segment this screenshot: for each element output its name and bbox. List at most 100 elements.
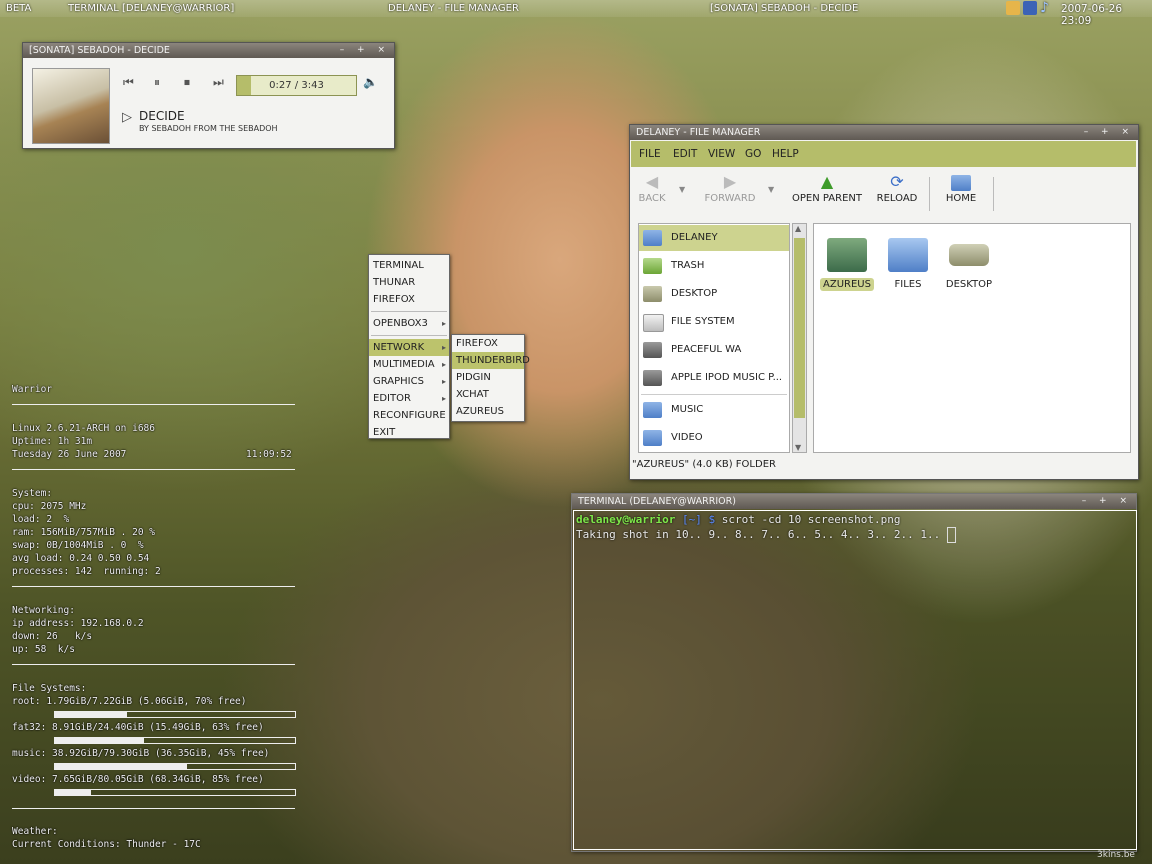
drive-icon	[643, 314, 664, 332]
submenu-item-firefox[interactable]: FIREFOX	[452, 335, 524, 352]
conky-time: 11:09:52	[246, 449, 292, 460]
sidebar-scrollbar[interactable]: ▲ ▼	[792, 223, 807, 453]
home-button[interactable]: HOME	[941, 173, 981, 204]
sidebar-item-peaceful-wa[interactable]: PEACEFUL WA	[639, 337, 789, 363]
scroll-up-icon[interactable]: ▲	[795, 224, 801, 233]
trash-icon	[643, 258, 662, 274]
menu-go[interactable]: GO	[745, 148, 761, 160]
submenu-arrow-icon: ▸	[441, 360, 446, 369]
submenu-item-pidgin[interactable]: PIDGIN	[452, 369, 524, 386]
taskbar-item-file-manager[interactable]: DELANEY - FILE MANAGER	[388, 3, 519, 14]
sidebar-item-file-system[interactable]: FILE SYSTEM	[639, 309, 789, 335]
folder-icon	[643, 430, 662, 446]
terminal-output[interactable]: delaney@warrior [~] $ scrot -cd 10 scree…	[573, 510, 1137, 850]
menu-item-thunar[interactable]: THUNAR	[369, 274, 449, 291]
sidebar-item-video[interactable]: VIDEO	[639, 425, 789, 451]
taskbar-item-terminal[interactable]: TERMINAL [DELANEY@WARRIOR]	[68, 3, 234, 14]
toolbar-separator	[929, 177, 930, 211]
back-history-icon[interactable]: ▼	[679, 185, 685, 194]
previous-icon[interactable]: ⏮	[123, 75, 134, 90]
menu-item-reconfigure[interactable]: RECONFIGURE	[369, 407, 449, 424]
fs-usage-fill	[55, 764, 187, 769]
menu-item-terminal[interactable]: TERMINAL	[369, 257, 449, 274]
menu-help[interactable]: HELP	[772, 148, 799, 160]
panel-menu-label[interactable]: BETA	[6, 3, 31, 14]
window-controls[interactable]: – + ×	[340, 43, 390, 58]
menu-item-multimedia[interactable]: MULTIMEDIA ▸	[369, 356, 449, 373]
track-time: 0:27 / 3:43	[269, 80, 324, 91]
menu-item-openbox3[interactable]: OPENBOX3 ▸	[369, 315, 449, 332]
player-titlebar[interactable]: [SONATA] SEBADOH - DECIDE – + ×	[23, 43, 394, 58]
sidebar-item-apple-ipod[interactable]: APPLE IPOD MUSIC P...	[639, 365, 789, 391]
prompt-user: delaney@warrior	[576, 513, 676, 526]
taskbar-item-player[interactable]: [SONATA] SEBADOH - DECIDE	[710, 3, 858, 14]
file-item-azureus[interactable]: AZUREUS	[817, 238, 877, 291]
open-parent-button[interactable]: ▲ OPEN PARENT	[790, 173, 864, 205]
fs-usage-bar	[54, 737, 296, 744]
reload-button[interactable]: ⟳ RELOAD	[873, 172, 921, 205]
submenu-item-xchat[interactable]: XCHAT	[452, 386, 524, 403]
terminal-title: TERMINAL (DELANEY@WARRIOR)	[578, 496, 736, 507]
menu-view[interactable]: VIEW	[708, 148, 735, 160]
status-bar: "AZUREUS" (4.0 KB) FOLDER	[632, 459, 776, 470]
chat-icon[interactable]	[1006, 1, 1020, 15]
conky-processes: processes: 142 running: 2	[12, 566, 161, 577]
forward-button[interactable]: ▶ FORWARD	[702, 173, 758, 205]
submenu-item-thunderbird[interactable]: THUNDERBIRD	[452, 352, 530, 369]
conky-avg-load: avg load: 0.24 0.50 0.54	[12, 553, 150, 564]
conky-divider	[12, 469, 295, 470]
scrollbar-thumb[interactable]	[794, 238, 805, 418]
terminal-titlebar[interactable]: TERMINAL (DELANEY@WARRIOR) – + ×	[572, 494, 1136, 509]
terminal-window: TERMINAL (DELANEY@WARRIOR) – + × delaney…	[571, 493, 1137, 852]
file-manager-titlebar[interactable]: DELANEY - FILE MANAGER – + ×	[630, 125, 1138, 140]
sidebar-item-desktop[interactable]: DESKTOP	[639, 281, 789, 307]
menu-file[interactable]: FILE	[639, 148, 661, 160]
menu-item-firefox[interactable]: FIREFOX	[369, 291, 449, 308]
fs-usage-fill	[55, 712, 127, 717]
submenu-item-azureus[interactable]: AZUREUS	[452, 403, 524, 420]
music-player-window: [SONATA] SEBADOH - DECIDE – + × ⏮ ⏸ ⏹ ⏭ …	[22, 42, 395, 149]
folder-icon	[827, 238, 867, 272]
menu-item-network[interactable]: NETWORK ▸	[369, 339, 449, 356]
fs-usage-fill	[55, 790, 91, 795]
scroll-down-icon[interactable]: ▼	[795, 443, 801, 452]
next-icon[interactable]: ⏭	[213, 75, 224, 90]
menu-item-exit[interactable]: EXIT	[369, 424, 449, 441]
menu-item-label: MULTIMEDIA	[373, 359, 435, 370]
file-item-desktop[interactable]: DESKTOP	[939, 238, 999, 291]
window-controls[interactable]: – + ×	[1084, 125, 1134, 140]
thunderbird-icon[interactable]	[1023, 1, 1037, 15]
file-view: AZUREUS FILES DESKTOP	[813, 223, 1131, 453]
volume-icon[interactable]: 🔈	[363, 75, 378, 89]
reload-icon: ⟳	[890, 172, 904, 191]
fs-usage-bar	[54, 763, 296, 770]
seek-fill	[237, 76, 252, 95]
album-art	[32, 68, 110, 144]
music-note-icon[interactable]: ♪	[1040, 0, 1049, 16]
menu-separator	[371, 311, 447, 312]
conky-fs-music: music: 38.92GiB/79.30GiB (36.35GiB, 45% …	[12, 748, 270, 759]
conky-host: Warrior	[12, 384, 53, 395]
conky-down: down: 26 k/s	[12, 631, 93, 642]
sidebar-item-delaney[interactable]: DELANEY	[639, 225, 789, 251]
back-button[interactable]: ◀ BACK	[636, 173, 668, 205]
file-item-files[interactable]: FILES	[878, 238, 938, 291]
seek-bar[interactable]: 0:27 / 3:43	[236, 75, 357, 96]
conky-weather-header: Weather:	[12, 826, 58, 837]
window-controls[interactable]: – + ×	[1082, 494, 1132, 509]
track-title: DECIDE	[139, 109, 185, 123]
menu-item-editor[interactable]: EDITOR ▸	[369, 390, 449, 407]
conky-divider	[12, 586, 295, 587]
pause-icon[interactable]: ⏸	[154, 75, 160, 90]
sidebar-item-label: TRASH	[671, 260, 705, 271]
stop-icon[interactable]: ⏹	[184, 75, 190, 90]
terminal-command: scrot -cd 10 screenshot.png	[721, 513, 901, 526]
menu-edit[interactable]: EDIT	[673, 148, 697, 160]
sidebar-item-trash[interactable]: TRASH	[639, 253, 789, 279]
menu-item-graphics[interactable]: GRAPHICS ▸	[369, 373, 449, 390]
root-menu: TERMINAL THUNAR FIREFOX OPENBOX3 ▸ NETWOR…	[368, 254, 450, 439]
prompt-symbol: $	[708, 513, 716, 526]
forward-history-icon[interactable]: ▼	[768, 185, 774, 194]
sidebar-item-music[interactable]: MUSIC	[639, 397, 789, 423]
conky-weather: Current Conditions: Thunder - 17C	[12, 839, 201, 850]
